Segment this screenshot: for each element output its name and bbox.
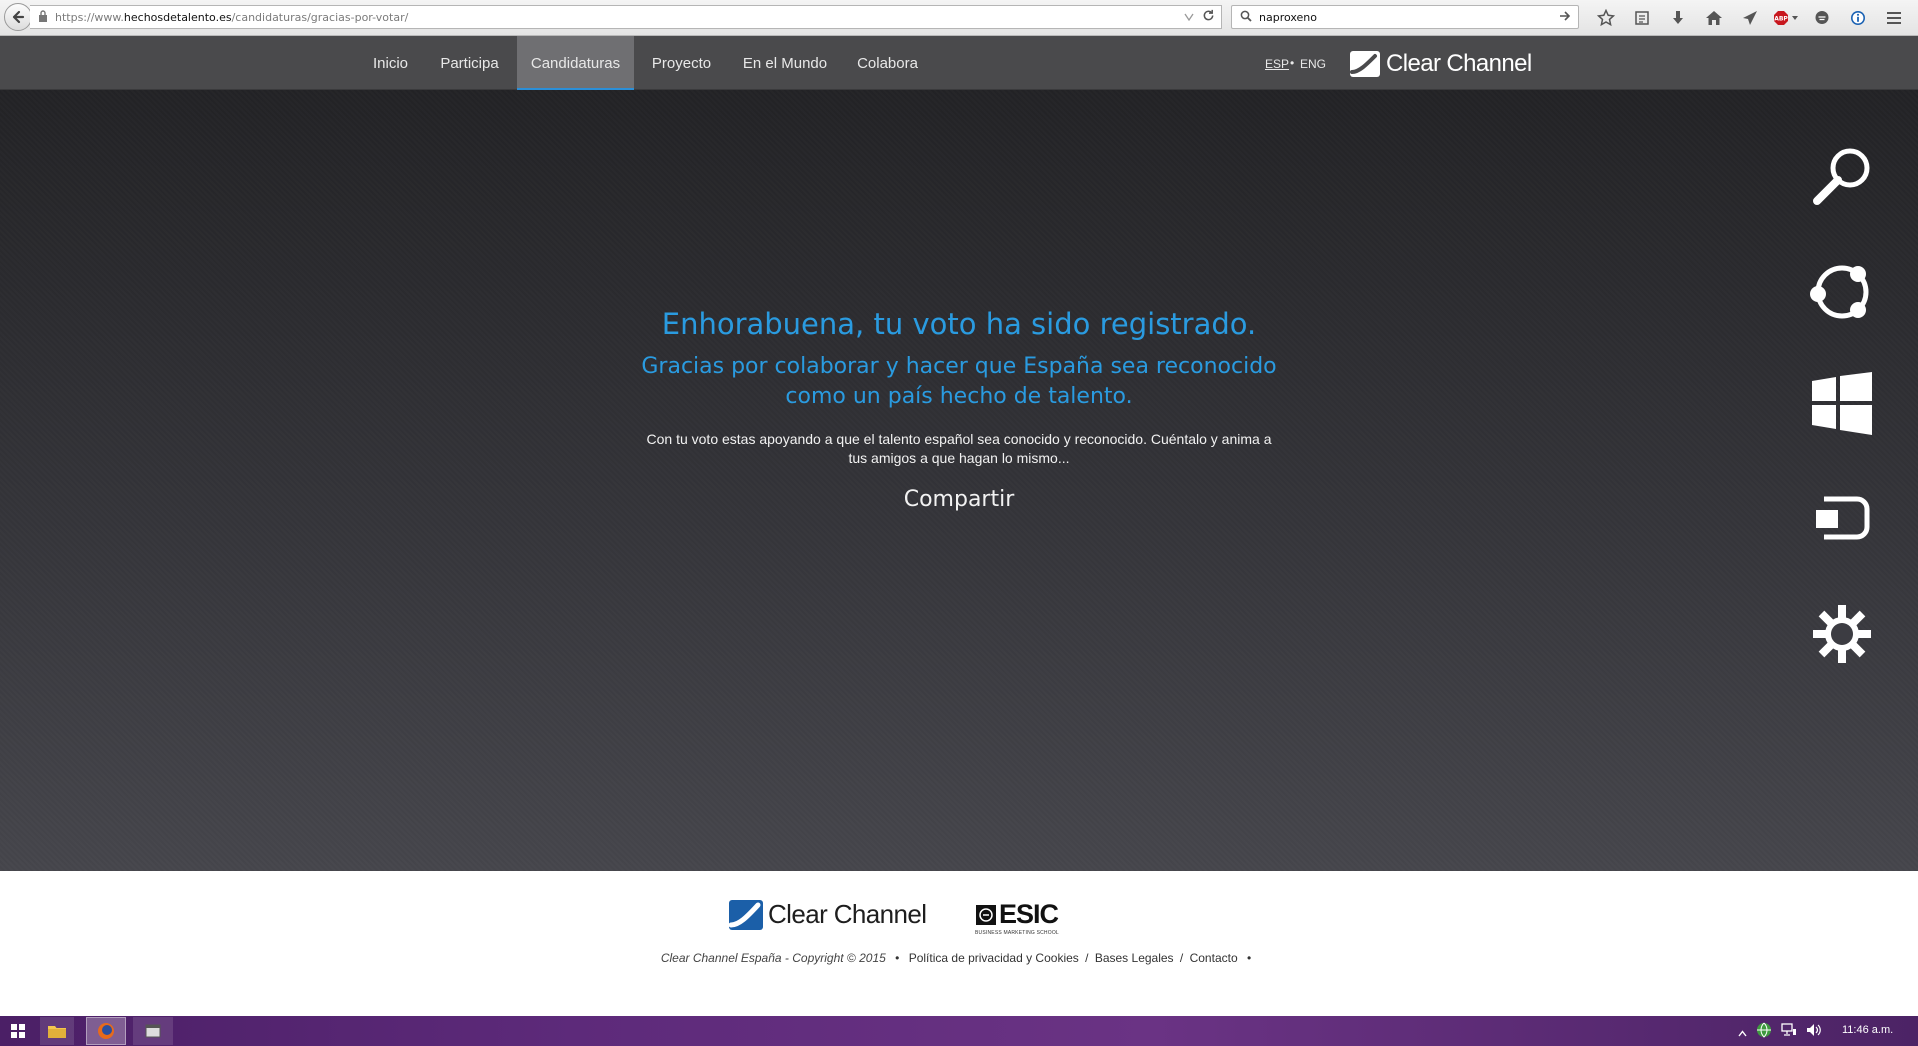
back-arrow-icon <box>12 10 25 24</box>
confirmation-section: Enhorabuena, tu voto ha sido registrado.… <box>0 90 1918 871</box>
privacy-link[interactable]: Política de privacidad y Cookies <box>909 951 1079 965</box>
charm-devices[interactable] <box>1800 476 1884 560</box>
confirmation-body: Con tu voto estas apoyando a que el tale… <box>646 431 1272 466</box>
confirmation-subheadline: Gracias por colaborar y hacer que España… <box>641 354 1277 409</box>
search-bar[interactable]: naproxeno <box>1231 5 1579 29</box>
clear-channel-mark-icon <box>1350 51 1380 77</box>
nav-logo-text: Clear Channel <box>1386 50 1532 77</box>
windows-logo-icon <box>11 1024 25 1038</box>
footer-cc-logo-text: Clear Channel <box>768 899 927 929</box>
chat-icon[interactable] <box>1804 4 1840 32</box>
charm-search[interactable] <box>1800 134 1884 218</box>
adblock-icon[interactable]: ABP <box>1768 4 1804 32</box>
legal-link[interactable]: Bases Legales <box>1095 951 1174 965</box>
send-icon[interactable] <box>1732 4 1768 32</box>
nav-item-candidaturas[interactable]: Candidaturas <box>517 36 634 90</box>
esic-logo[interactable]: ESIC BUSINESS MARKETING SCHOOL <box>975 899 1059 936</box>
esic-tagline: BUSINESS MARKETING SCHOOL <box>975 930 1059 936</box>
site-navigation: Inicio Participa Candidaturas Proyecto E… <box>0 36 1918 90</box>
nav-item-colabora[interactable]: Colabora <box>851 36 924 90</box>
url-domain: hechosdetalento.es <box>123 10 232 24</box>
address-bar[interactable]: https://www. hechosdetalento.es/candidatu… <box>30 5 1222 29</box>
clear-channel-logo[interactable]: Clear Channel <box>1350 50 1532 78</box>
search-bar-icon <box>1240 10 1252 25</box>
taskbar-firefox[interactable] <box>86 1017 126 1045</box>
app-window-icon <box>145 1024 161 1038</box>
bookmark-star-icon[interactable] <box>1588 4 1624 32</box>
taskbar-app-window[interactable] <box>133 1017 173 1045</box>
footer-slash: / <box>1085 951 1089 965</box>
nav-item-proyecto[interactable]: Proyecto <box>643 36 720 90</box>
settings-icon <box>1813 605 1871 663</box>
url-prefix: https://www. <box>55 10 124 24</box>
tray-network-icon[interactable] <box>1781 1023 1797 1042</box>
taskbar-clock[interactable]: 11:46 a.m. <box>1842 1024 1893 1036</box>
system-tray <box>1738 1022 1822 1043</box>
file-explorer-icon <box>48 1026 66 1038</box>
lock-icon <box>38 9 48 25</box>
url-path: /candidaturas/gracias-por-votar/ <box>231 10 409 24</box>
charm-start[interactable] <box>1800 362 1884 446</box>
menu-icon[interactable] <box>1876 4 1912 32</box>
clear-channel-mark-icon <box>729 899 763 930</box>
search-value: naproxeno <box>1259 10 1318 24</box>
start-button[interactable] <box>6 1017 30 1045</box>
lang-eng-link[interactable]: ENG <box>1300 57 1326 71</box>
back-button[interactable] <box>4 3 32 31</box>
search-go-icon[interactable] <box>1558 9 1572 26</box>
confirmation-headline: Enhorabuena, tu voto ha sido registrado. <box>661 307 1257 341</box>
download-icon[interactable] <box>1660 4 1696 32</box>
reload-icon[interactable] <box>1202 9 1215 25</box>
firefox-icon <box>98 1023 114 1039</box>
charm-settings[interactable] <box>1800 592 1884 676</box>
tray-network-globe-icon[interactable] <box>1756 1022 1772 1043</box>
footer-bullet: • <box>1246 951 1252 965</box>
share-icon <box>1810 265 1869 319</box>
footer-bullet: • <box>895 951 900 965</box>
nav-item-en-el-mundo[interactable]: En el Mundo <box>733 36 837 90</box>
nav-item-participa[interactable]: Participa <box>430 36 509 90</box>
tray-overflow-icon[interactable] <box>1738 1024 1747 1042</box>
contact-link[interactable]: Contacto <box>1190 951 1238 965</box>
charm-share[interactable] <box>1800 250 1884 334</box>
footer-slash: / <box>1179 951 1184 965</box>
home-icon[interactable] <box>1696 4 1732 32</box>
tray-volume-icon[interactable] <box>1806 1023 1822 1042</box>
esic-seal-icon <box>976 904 996 925</box>
reading-list-icon[interactable] <box>1624 4 1660 32</box>
adblock-label: ABP <box>1774 16 1788 23</box>
nav-item-inicio[interactable]: Inicio <box>364 36 417 90</box>
info-icon[interactable] <box>1840 4 1876 32</box>
share-button[interactable]: Compartir <box>0 487 1918 512</box>
page-footer: Clear Channel ESIC BUSINESS MARKETING SC… <box>0 871 1918 1016</box>
windows-taskbar: 11:46 a.m. <box>0 1016 1918 1046</box>
lang-separator: • <box>1290 56 1295 70</box>
dropdown-history-icon[interactable] <box>1184 11 1194 24</box>
toolbar-icons: ABP <box>1588 4 1912 32</box>
start-icon <box>1812 372 1872 435</box>
devices-icon <box>1816 496 1870 540</box>
taskbar-file-explorer[interactable] <box>40 1017 74 1045</box>
footer-links: Clear Channel España - Copyright © 2015 … <box>0 951 1918 965</box>
lang-esp-link[interactable]: ESP <box>1265 57 1289 71</box>
copyright-text: Clear Channel España - Copyright © 2015 <box>660 951 886 965</box>
search-icon <box>1813 148 1870 205</box>
esic-logo-text: ESIC <box>999 899 1059 929</box>
footer-clear-channel-logo[interactable]: Clear Channel <box>729 899 927 930</box>
browser-toolbar: https://www. hechosdetalento.es/candidatu… <box>0 0 1918 36</box>
